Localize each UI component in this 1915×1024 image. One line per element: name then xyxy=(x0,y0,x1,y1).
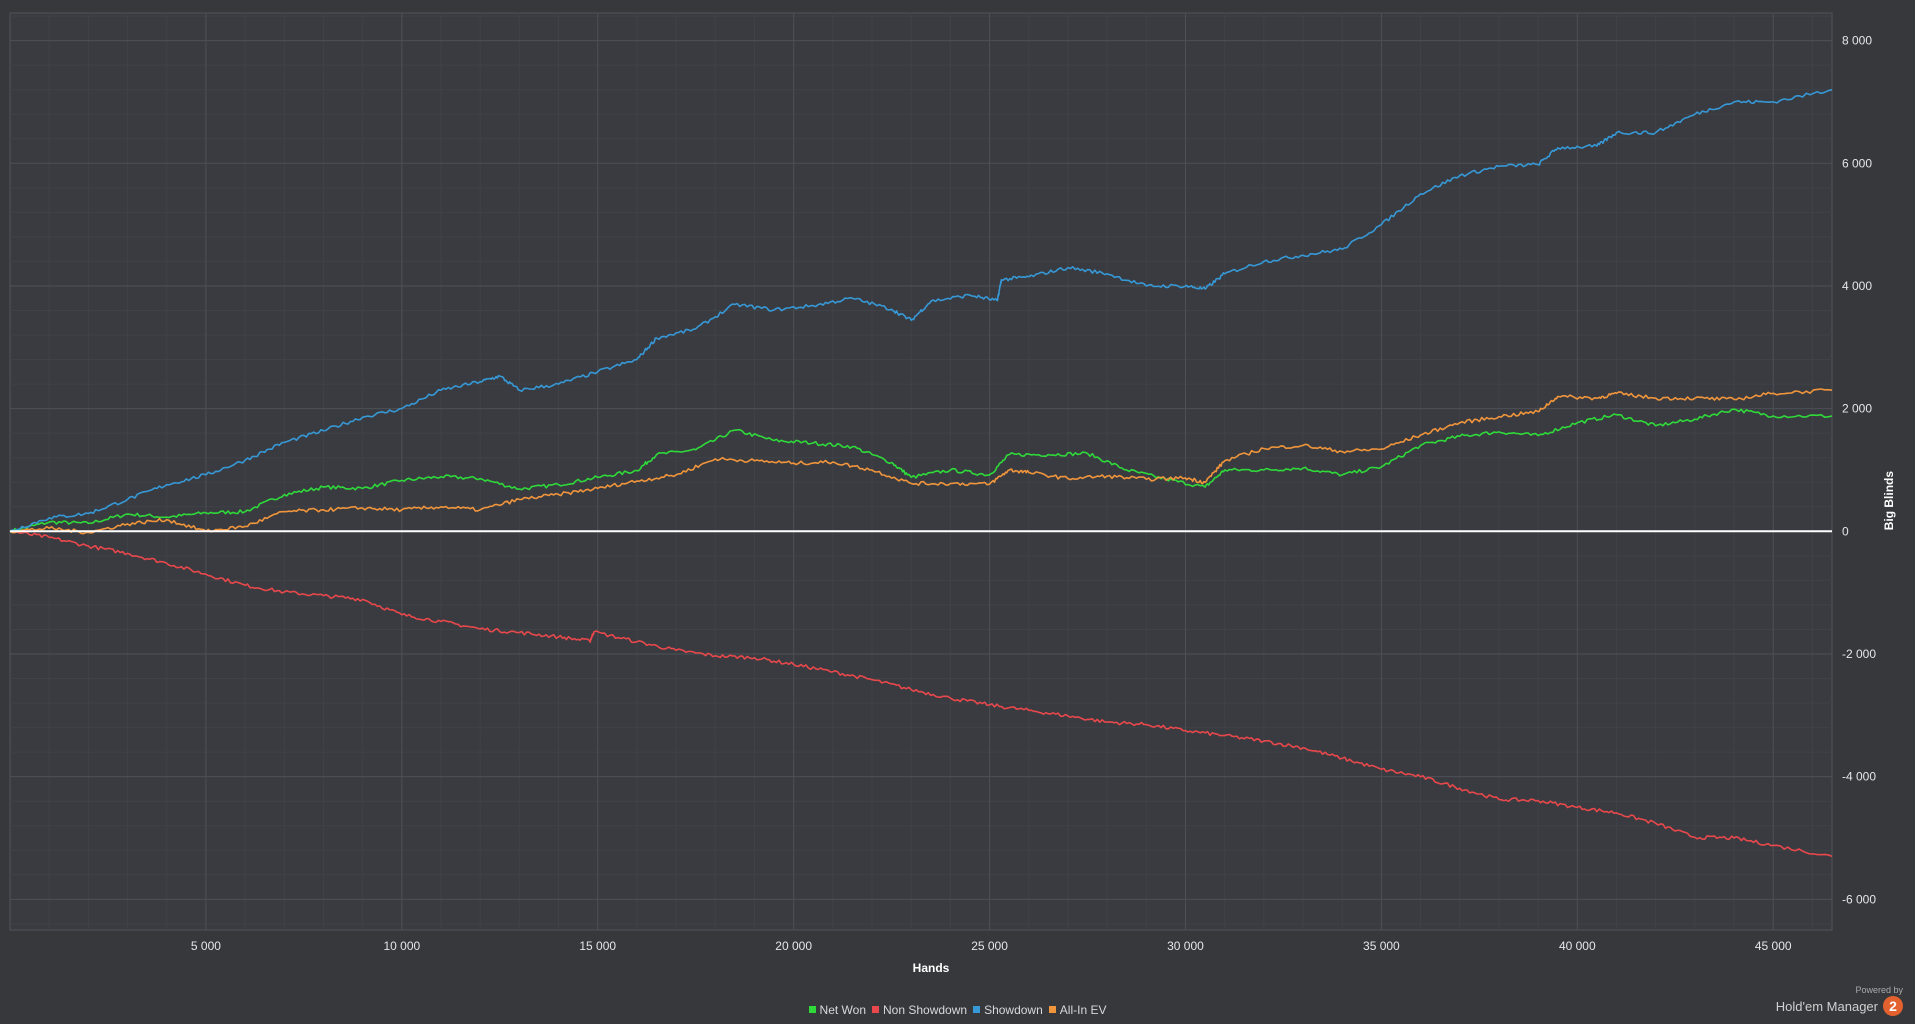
powered-by-label: Powered by xyxy=(1855,985,1903,995)
legend-item[interactable]: Non Showdown xyxy=(872,1003,967,1017)
brand-logo-icon: 2 xyxy=(1883,996,1903,1016)
legend-swatch-icon xyxy=(872,1006,879,1014)
y-tick-label: 2 000 xyxy=(1842,402,1872,416)
y-axis-title: Big Blinds xyxy=(1882,471,1896,531)
y-tick-label: 0 xyxy=(1842,524,1849,538)
y-tick-label: 6 000 xyxy=(1842,156,1872,170)
line-chart: 5 000 10 000 15 000 20 000 25 000 30 000 35 00… xyxy=(9,12,1896,975)
legend-item[interactable]: All-In EV xyxy=(1048,1003,1107,1017)
x-tick-label: 35 000 xyxy=(1363,939,1400,953)
plot-area xyxy=(9,12,1833,931)
legend-label: Showdown xyxy=(984,1003,1043,1017)
x-tick-label: 15 000 xyxy=(579,939,616,953)
y-tick-label: -6 000 xyxy=(1842,892,1876,906)
x-tick-label: 5 000 xyxy=(191,939,221,953)
legend-swatch-icon xyxy=(808,1006,816,1014)
chart-legend: Net Won Non Showdown Showdown All-In EV xyxy=(0,1003,1915,1017)
legend-label: Net Won xyxy=(819,1003,866,1017)
legend-item[interactable]: Showdown xyxy=(973,1003,1043,1017)
legend-item[interactable]: Net Won xyxy=(808,1003,866,1017)
x-tick-label: 20 000 xyxy=(775,939,812,953)
x-tick-label: 10 000 xyxy=(383,939,420,953)
legend-swatch-icon xyxy=(973,1006,981,1014)
y-tick-label: -2 000 xyxy=(1842,647,1876,661)
x-tick-label: 45 000 xyxy=(1755,939,1792,953)
chart-area: 5 000 10 000 15 000 20 000 25 000 30 000 35 00… xyxy=(0,0,1915,1024)
x-tick-label: 40 000 xyxy=(1559,939,1596,953)
x-axis-title: Hands xyxy=(913,961,950,975)
legend-swatch-icon xyxy=(1048,1006,1056,1014)
y-tick-label: -4 000 xyxy=(1842,770,1876,784)
x-tick-label: 30 000 xyxy=(1167,939,1204,953)
y-tick-label: 4 000 xyxy=(1842,279,1872,293)
branding: Powered by Hold'em Manager 2 xyxy=(1776,985,1903,1016)
y-tick-label: 8 000 xyxy=(1842,34,1872,48)
brand-name: Hold'em Manager xyxy=(1775,998,1878,1014)
legend-label: All-In EV xyxy=(1059,1003,1107,1017)
legend-label: Non Showdown xyxy=(883,1003,968,1017)
x-tick-label: 25 000 xyxy=(971,939,1008,953)
